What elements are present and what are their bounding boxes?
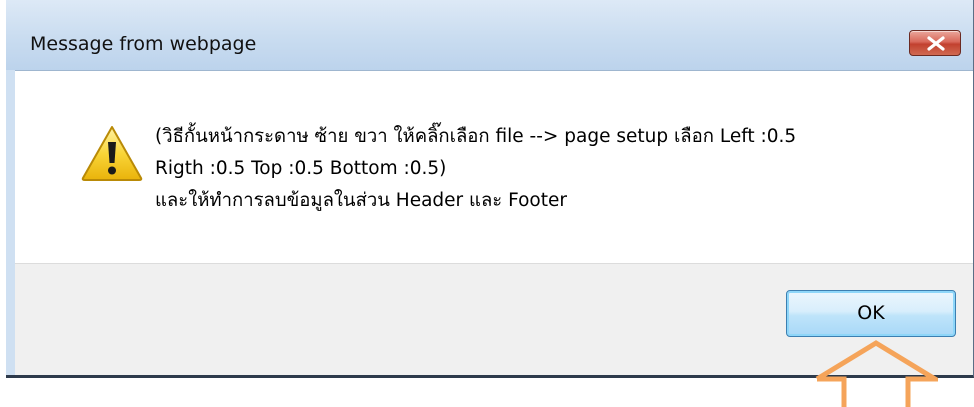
- dialog-titlebar[interactable]: Message from webpage: [6, 0, 973, 70]
- message-line: (วิธีกั้นหน้ากระดาษ ซ้าย ขวา ให้คลิ๊กเลื…: [155, 126, 797, 147]
- dialog-content: (วิธีกั้นหน้ากระดาษ ซ้าย ขวา ให้คลิ๊กเลื…: [15, 70, 973, 264]
- ok-button[interactable]: OK: [786, 290, 956, 337]
- message-line: Rigth :0.5 Top :0.5 Bottom :0.5): [155, 158, 447, 179]
- warning-icon: [81, 126, 143, 181]
- close-icon: [927, 36, 945, 51]
- dialog-title: Message from webpage: [30, 33, 257, 55]
- message-dialog: Message from webpage (วิธีกั้นหน้ากระดาษ…: [6, 0, 974, 378]
- dialog-message: (วิธีกั้นหน้ากระดาษ ซ้าย ขวา ให้คลิ๊กเลื…: [155, 121, 955, 217]
- up-arrow-icon: [815, 340, 938, 407]
- close-button[interactable]: [909, 30, 961, 56]
- message-line: และให้ทำการลบข้อมูลในส่วน Header และ Foo…: [155, 190, 567, 211]
